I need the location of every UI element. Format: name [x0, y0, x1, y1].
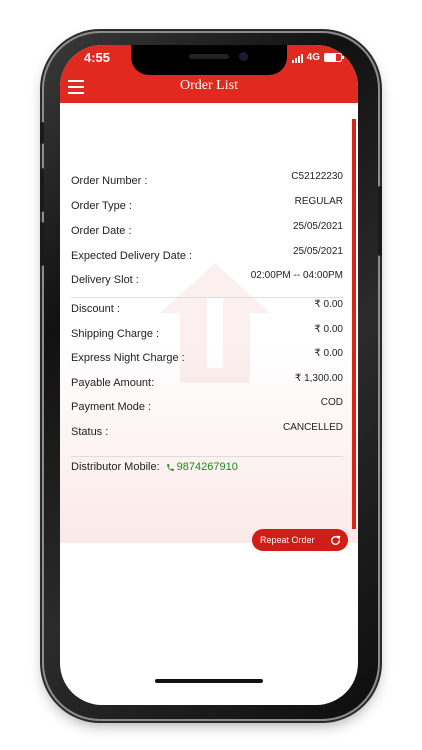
payment-mode-label: Payment Mode :: [71, 401, 152, 413]
repeat-order-button[interactable]: Repeat Order: [252, 529, 348, 551]
volume-down-button: [40, 222, 44, 266]
distributor-phone-number: 9874267910: [176, 461, 238, 473]
distributor-mobile-label: Distributor Mobile:: [71, 461, 160, 473]
page-title: Order List: [180, 78, 238, 93]
signal-icon: [291, 53, 303, 63]
order-date-label: Order Date :: [71, 225, 132, 237]
express-night-charge-value: ₹ 0.00: [314, 348, 343, 359]
distributor-phone-link[interactable]: 9874267910: [166, 461, 238, 473]
order-date-value: 25/05/2021: [292, 221, 343, 232]
payable-amount-row: Payable Amount: ₹ 1,300.00: [71, 373, 343, 395]
payment-mode-row: Payment Mode : COD: [71, 397, 343, 419]
status-label: Status :: [71, 426, 109, 438]
refresh-icon: [331, 535, 341, 545]
status-value: CANCELLED: [282, 422, 343, 433]
battery-icon: [324, 53, 344, 62]
express-night-charge-label: Express Night Charge :: [71, 352, 185, 364]
payable-amount-value: ₹ 1,300.00: [294, 373, 343, 384]
order-number-label: Order Number :: [71, 175, 148, 187]
shipping-charge-label: Shipping Charge :: [71, 328, 160, 340]
delivery-slot-row: Delivery Slot : 02:00PM -- 04:00PM: [71, 270, 343, 292]
expected-delivery-date-row: Expected Delivery Date : 25/05/2021: [71, 246, 343, 268]
volume-up-button: [40, 168, 44, 212]
discount-row: Discount : ₹ 0.00: [71, 299, 343, 321]
phone-icon: [166, 463, 174, 471]
discount-label: Discount :: [71, 303, 120, 315]
speaker: [189, 54, 229, 59]
order-type-value: REGULAR: [294, 196, 343, 207]
delivery-slot-value: 02:00PM -- 04:00PM: [250, 270, 343, 281]
repeat-order-label: Repeat Order: [260, 535, 315, 545]
payable-amount-label: Payable Amount:: [71, 377, 155, 389]
distributor-mobile-row: Distributor Mobile: 9874267910: [71, 461, 238, 473]
order-details: Order Number : C52122230 Order Type : RE…: [60, 103, 358, 551]
order-number-value: C52122230: [291, 171, 343, 182]
order-date-row: Order Date : 25/05/2021: [71, 221, 343, 243]
expected-delivery-date-value: 25/05/2021: [292, 246, 343, 257]
status-time: 4:55: [84, 50, 111, 65]
shipping-charge-value: ₹ 0.00: [314, 324, 343, 335]
payment-mode-value: COD: [320, 397, 343, 408]
front-camera: [239, 52, 248, 61]
mute-switch: [40, 122, 44, 144]
divider: [71, 297, 343, 298]
app-header: Order List: [60, 73, 358, 103]
accent-strip: [352, 119, 356, 529]
order-type-label: Order Type :: [71, 200, 132, 212]
status-row: Status : CANCELLED: [71, 422, 343, 444]
expected-delivery-date-label: Expected Delivery Date :: [71, 250, 193, 262]
express-night-charge-row: Express Night Charge : ₹ 0.00: [71, 348, 343, 370]
network-type: 4G: [306, 52, 320, 63]
order-type-row: Order Type : REGULAR: [71, 196, 343, 218]
discount-value: ₹ 0.00: [314, 299, 343, 310]
screen: 4:55 4G Order List Order Number : C52122…: [60, 45, 358, 705]
delivery-slot-label: Delivery Slot :: [71, 274, 139, 286]
status-icons: 4G: [291, 52, 344, 63]
order-number-row: Order Number : C52122230: [71, 171, 343, 193]
home-indicator[interactable]: [155, 679, 263, 683]
divider: [71, 456, 343, 457]
notch: [131, 45, 287, 75]
shipping-charge-row: Shipping Charge : ₹ 0.00: [71, 324, 343, 346]
power-button: [378, 186, 382, 256]
